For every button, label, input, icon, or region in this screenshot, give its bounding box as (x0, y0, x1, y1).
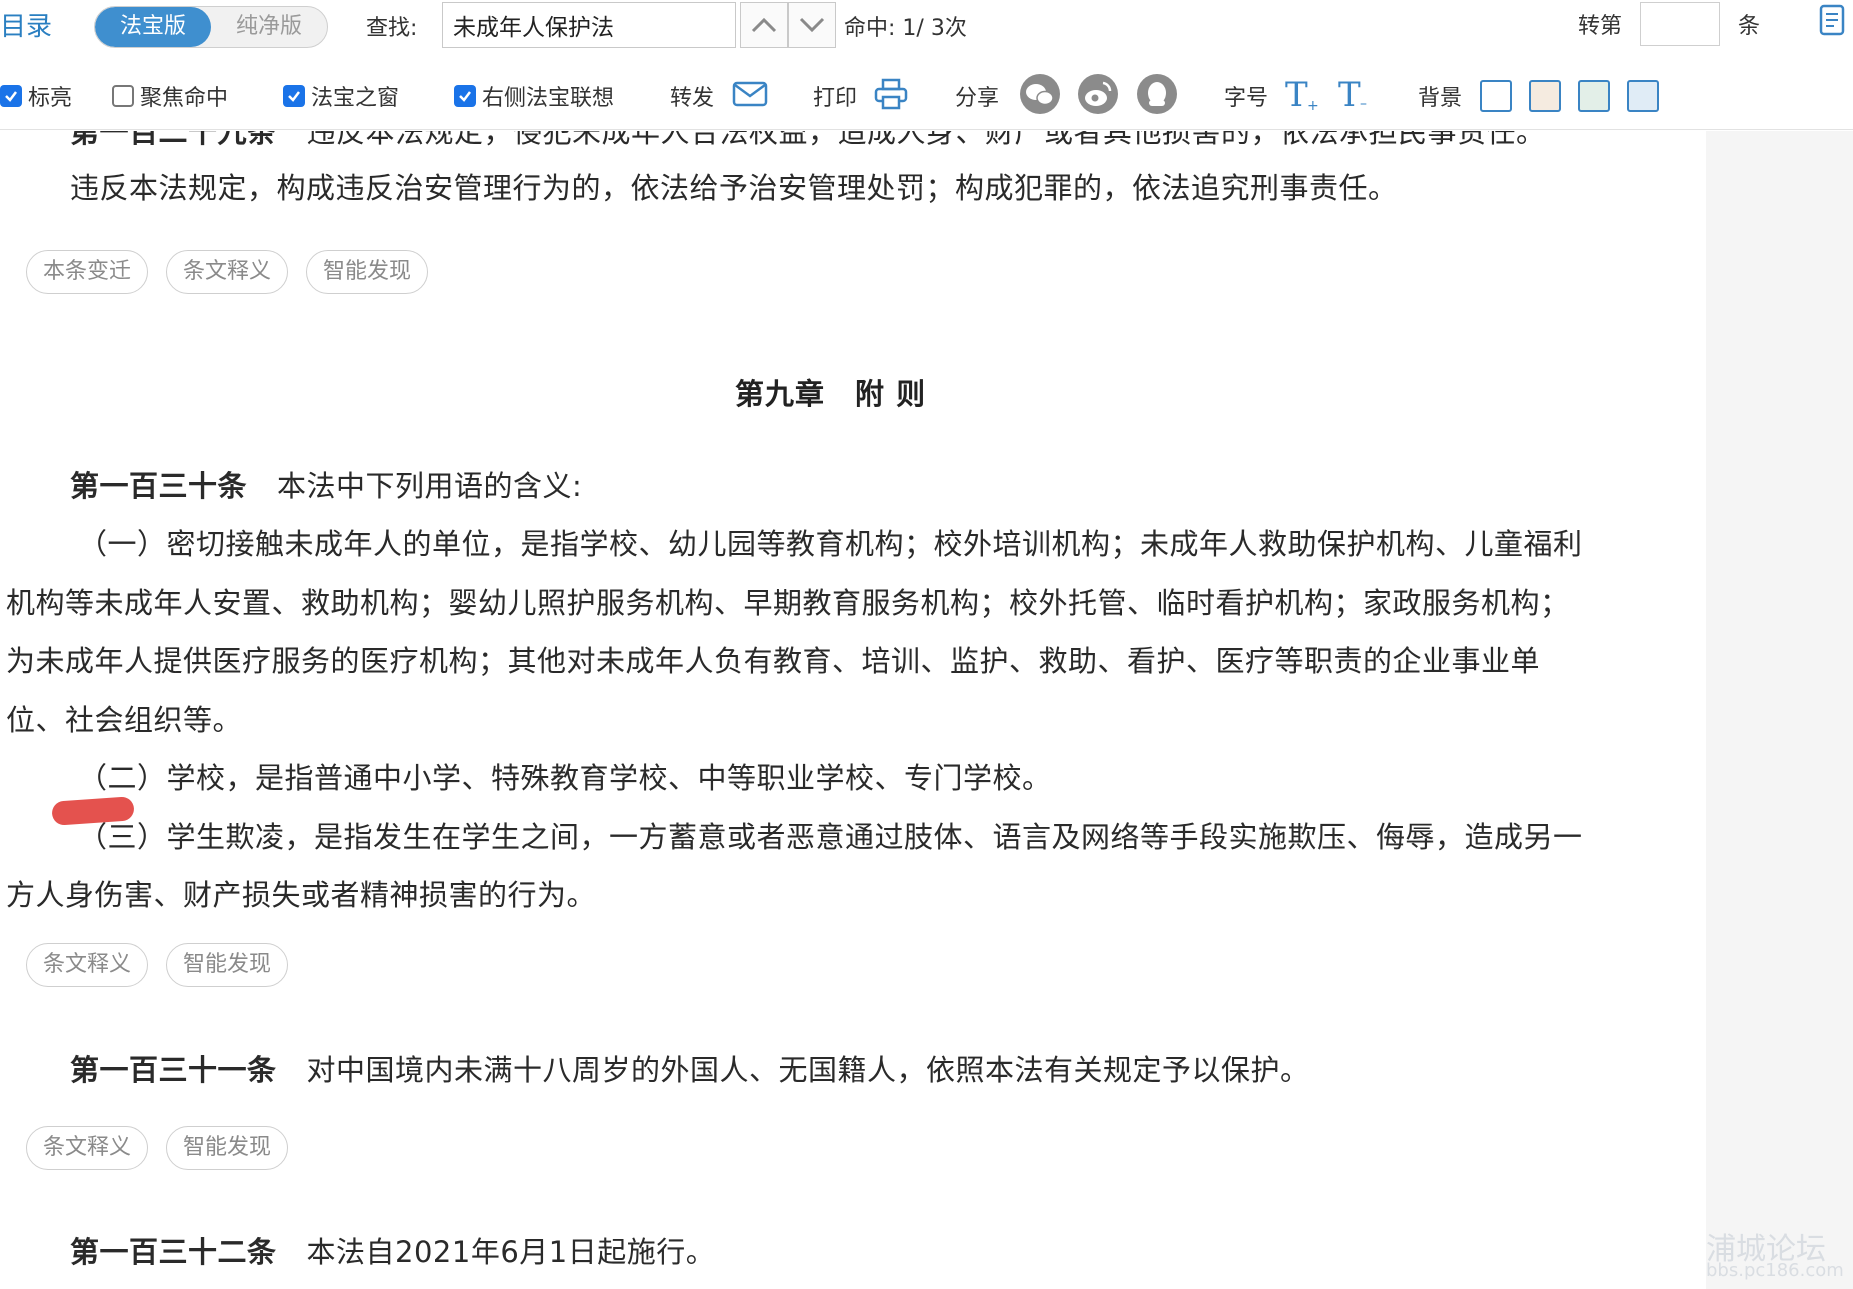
wechat-icon[interactable] (1019, 73, 1061, 119)
item-1-line-3: 为未成年人提供医疗服务的医疗机构；其他对未成年人负有教育、培训、监护、救助、看护… (6, 644, 1541, 678)
goto-unit: 条 (1738, 14, 1761, 39)
focus-checkbox[interactable] (112, 85, 134, 107)
svg-text:–: – (1360, 96, 1367, 112)
article-129-actions: 本条变迁 条文释义 智能发现 (26, 250, 429, 294)
assoc-checkbox[interactable] (454, 85, 476, 107)
watermark-url: bbs.pc186.com (1706, 1260, 1844, 1281)
interpretation-chip[interactable]: 条文释义 (26, 1126, 149, 1170)
focus-label: 聚焦命中 (140, 86, 229, 111)
bg-swatch-blue[interactable] (1627, 80, 1659, 112)
smart-discovery-chip[interactable]: 智能发现 (166, 943, 289, 987)
find-label: 查找: (366, 16, 418, 41)
assoc-option[interactable]: 右侧法宝联想 (454, 80, 614, 112)
svg-text:T: T (1338, 75, 1361, 114)
assoc-label: 右侧法宝联想 (482, 86, 615, 111)
options-toolbar: 标亮 聚焦命中 法宝之窗 右侧法宝联想 转发 打印 分享 字号 T + T – 背景 (0, 68, 1853, 130)
background-label: 背景 (1418, 86, 1463, 111)
share-label: 分享 (955, 86, 1000, 111)
weibo-icon[interactable] (1077, 73, 1119, 119)
fontsize-label: 字号 (1224, 86, 1269, 111)
article-132: 第一百三十二条 本法自2021年6月1日起施行。 (70, 1229, 715, 1271)
highlight-option[interactable]: 标亮 (0, 80, 72, 112)
mode-clean-tab[interactable]: 纯净版 (211, 7, 327, 47)
mode-switch[interactable]: 法宝版 纯净版 (94, 6, 328, 48)
article-131: 第一百三十一条 对中国境内未满十八周岁的外国人、无国籍人，依照本法有关规定予以保护… (70, 1047, 1310, 1089)
smart-discovery-chip[interactable]: 智能发现 (166, 1126, 289, 1170)
chevron-up-icon (751, 17, 777, 33)
window-checkbox[interactable] (283, 85, 305, 107)
mail-icon[interactable] (732, 80, 768, 112)
interpretation-chip[interactable]: 条文释义 (26, 943, 149, 987)
article-131-number: 第一百三十一条 (70, 1053, 277, 1087)
find-input[interactable] (442, 2, 736, 48)
svg-text:T: T (1285, 75, 1308, 114)
toc-link[interactable]: 目录 (0, 6, 52, 43)
article-129-text-1: 违反本法规定，侵犯未成年人合法权益，造成人身、财产或者其他损害的，依法承担民事责… (306, 131, 1546, 149)
article-130-actions: 条文释义 智能发现 (26, 943, 289, 987)
article-131-actions: 条文释义 智能发现 (26, 1126, 289, 1170)
history-chip[interactable]: 本条变迁 (26, 250, 149, 294)
printer-icon[interactable] (874, 78, 908, 114)
article-129-paragraph-1: 第一百二十九条 违反本法规定，侵犯未成年人合法权益，造成人身、财产或者其他损害的，… (70, 131, 1546, 151)
goto-label: 转第 (1578, 14, 1623, 39)
next-hit-button[interactable] (788, 2, 836, 48)
forward-label[interactable]: 转发 (670, 80, 714, 112)
hit-label: 命中: (844, 16, 896, 41)
article-129-paragraph-2: 违反本法规定，构成违反治安管理行为的，依法给予治安管理处罚；构成犯罪的，依法追究… (70, 171, 1398, 205)
window-label: 法宝之窗 (311, 86, 400, 111)
highlight-label: 标亮 (28, 86, 73, 111)
svg-text:+: + (1307, 98, 1319, 114)
right-side-panel (1706, 131, 1853, 1289)
interpretation-chip[interactable]: 条文释义 (166, 250, 289, 294)
article-130-intro: 本法中下列用语的含义: (277, 469, 583, 503)
item-1-line-1: （一）密切接触未成年人的单位，是指学校、幼儿园等教育机构；校外培训机构；未成年人… (78, 527, 1583, 561)
item-1-line-2: 机构等未成年人安置、救助机构；婴幼儿照护服务机构、早期教育服务机构；校外托管、临… (6, 586, 1570, 620)
document-icon[interactable] (1818, 4, 1848, 42)
article-129-number: 第一百二十九条 (70, 131, 277, 149)
bg-swatch-beige[interactable] (1529, 80, 1561, 112)
font-increase-icon[interactable]: T + (1283, 74, 1319, 118)
hit-count: 命中: 1/ 3次 (844, 10, 967, 42)
article-132-number: 第一百三十二条 (70, 1235, 277, 1269)
item-3-line-1: （三）学生欺凌，是指发生在学生之间，一方蓄意或者恶意通过肢体、语言及网络等手段实… (78, 820, 1583, 854)
article-132-text: 本法自2021年6月1日起施行。 (306, 1235, 716, 1269)
goto-article-input[interactable] (1640, 2, 1720, 46)
bg-swatch-white[interactable] (1480, 80, 1512, 112)
article-130-number: 第一百三十条 (70, 469, 248, 503)
print-label[interactable]: 打印 (813, 80, 857, 112)
highlight-checkbox[interactable] (0, 85, 22, 107)
smart-discovery-chip[interactable]: 智能发现 (306, 250, 429, 294)
window-option[interactable]: 法宝之窗 (283, 80, 399, 112)
article-130-heading: 第一百三十条 本法中下列用语的含义: (70, 463, 582, 505)
law-content: 第一百二十九条 违反本法规定，侵犯未成年人合法权益，造成人身、财产或者其他损害的，… (0, 131, 1706, 1289)
article-131-text: 对中国境内未满十八周岁的外国人、无国籍人，依照本法有关规定予以保护。 (306, 1053, 1310, 1087)
focus-option[interactable]: 聚焦命中 (112, 80, 228, 112)
font-decrease-icon[interactable]: T – (1336, 74, 1372, 118)
mode-fabao-tab[interactable]: 法宝版 (95, 7, 211, 47)
chevron-down-icon (799, 17, 825, 33)
chapter-heading: 第九章 附 则 (735, 377, 927, 411)
top-toolbar: 目录 法宝版 纯净版 查找: 命中: 1/ 3次 转第 条 (0, 0, 1853, 50)
bg-swatch-green[interactable] (1578, 80, 1610, 112)
item-1-line-4: 位、社会组织等。 (6, 703, 243, 737)
item-3-line-2: 方人身伤害、财产损失或者精神损害的行为。 (6, 878, 597, 912)
qq-icon[interactable] (1136, 73, 1178, 119)
item-2: （二）学校，是指普通中小学、特殊教育学校、中等职业学校、专门学校。 (78, 761, 1052, 795)
hit-value: 1/ 3次 (902, 16, 967, 41)
prev-hit-button[interactable] (740, 2, 788, 48)
